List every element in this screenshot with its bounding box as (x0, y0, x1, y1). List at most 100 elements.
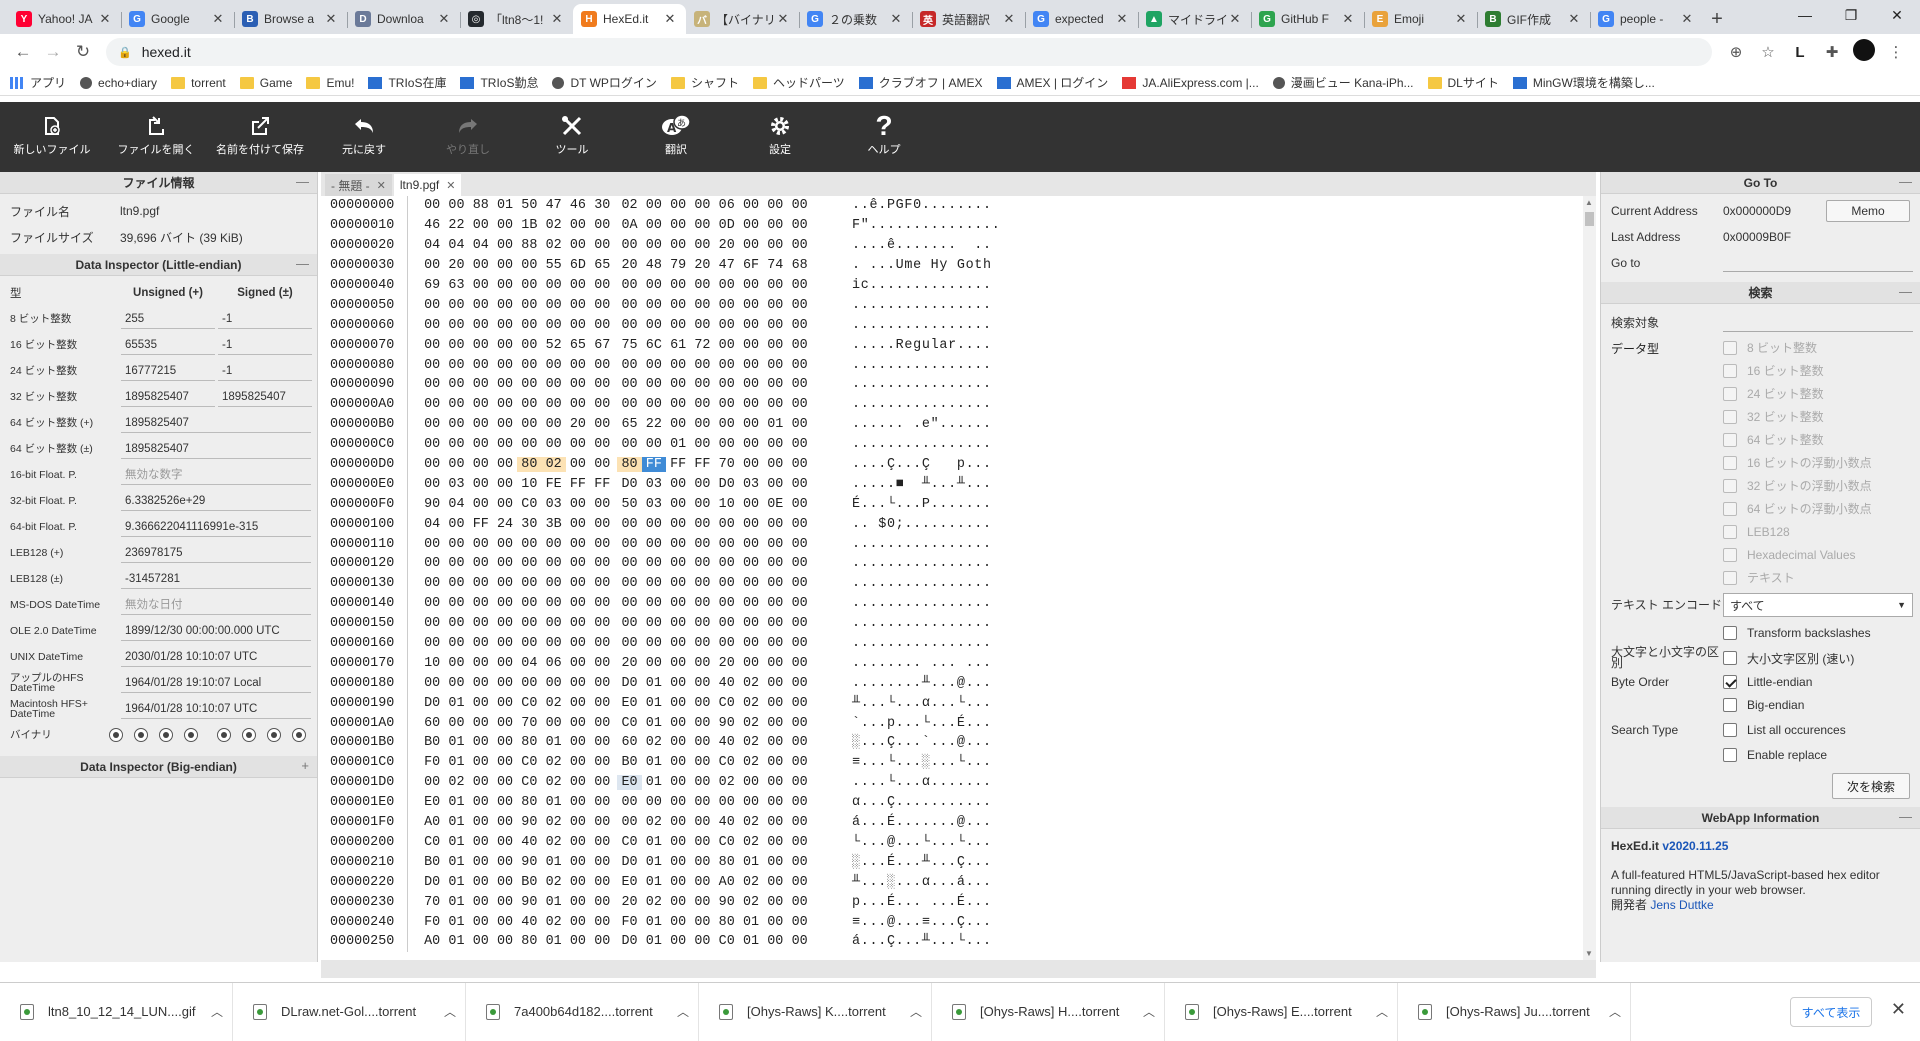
hex-byte[interactable]: 20 (444, 258, 468, 273)
hex-byte[interactable]: 00 (666, 198, 690, 213)
webapp-info-header[interactable]: WebApp Information — (1601, 807, 1920, 829)
hex-byte[interactable]: 00 (617, 278, 641, 293)
hex-byte[interactable]: 00 (444, 457, 468, 472)
close-shelf-icon[interactable]: ✕ (1891, 999, 1906, 1020)
hex-byte[interactable]: 30 (590, 198, 614, 213)
hex-byte[interactable]: 00 (517, 576, 541, 591)
hex-byte[interactable]: 00 (739, 218, 763, 233)
bookmark-item[interactable]: torrent (171, 76, 226, 90)
file-tab[interactable]: - 無題 - ✕ (325, 174, 392, 196)
hex-byte[interactable]: 00 (739, 358, 763, 373)
hex-byte[interactable]: 47 (715, 258, 739, 273)
hex-byte[interactable]: 00 (715, 397, 739, 412)
hex-byte[interactable]: 00 (690, 218, 714, 233)
hex-byte[interactable]: 00 (517, 358, 541, 373)
hex-byte[interactable]: 00 (493, 934, 517, 949)
hex-byte[interactable]: 00 (493, 755, 517, 770)
hex-byte[interactable]: 90 (715, 895, 739, 910)
hex-byte[interactable]: 00 (493, 437, 517, 452)
hex-byte[interactable]: 00 (566, 636, 590, 651)
hex-byte[interactable]: 00 (469, 755, 493, 770)
datatype-checkbox[interactable] (1723, 478, 1737, 493)
profile-avatar[interactable] (1848, 39, 1880, 65)
hex-byte[interactable]: 00 (787, 338, 811, 353)
hex-byte[interactable]: D0 (420, 696, 444, 711)
hex-byte[interactable]: 00 (763, 556, 787, 571)
hex-byte[interactable]: 00 (566, 735, 590, 750)
hex-ascii[interactable]: ................ (842, 636, 992, 651)
hex-byte[interactable]: 00 (690, 735, 714, 750)
hex-byte[interactable]: B0 (420, 735, 444, 750)
maximize-button[interactable]: ❐ (1828, 0, 1874, 30)
hex-byte[interactable]: D0 (617, 855, 641, 870)
tab-close-icon[interactable]: ✕ (888, 11, 904, 27)
hex-byte[interactable]: F0 (420, 915, 444, 930)
hex-byte[interactable]: 00 (566, 855, 590, 870)
settings-button[interactable]: 設定 (728, 102, 832, 172)
hex-byte[interactable]: 00 (690, 795, 714, 810)
bit-radio[interactable] (267, 728, 281, 742)
hex-byte[interactable]: 00 (517, 537, 541, 552)
hex-byte[interactable]: 01 (642, 775, 666, 790)
hex-byte[interactable]: 00 (566, 576, 590, 591)
enable-replace-checkbox[interactable]: Enable replace (1723, 748, 1827, 762)
bookmark-item[interactable]: ヘッドパーツ (752, 74, 845, 91)
datatype-checkbox[interactable] (1723, 386, 1737, 401)
hex-byte[interactable]: 00 (566, 875, 590, 890)
hex-byte[interactable]: 52 (541, 338, 565, 353)
tab-close-icon[interactable]: ✕ (436, 11, 452, 27)
hex-byte[interactable]: 00 (566, 377, 590, 392)
hex-byte[interactable]: 06 (715, 198, 739, 213)
goto-input[interactable] (1723, 254, 1913, 272)
hex-byte[interactable]: 00 (590, 735, 614, 750)
hex-byte[interactable]: 00 (493, 676, 517, 691)
hex-byte[interactable]: 00 (590, 238, 614, 253)
bookmark-item[interactable]: TRIoS在庫 (368, 74, 446, 91)
hex-byte[interactable]: 00 (517, 437, 541, 452)
hex-byte[interactable]: 00 (590, 696, 614, 711)
hex-byte[interactable]: 00 (469, 258, 493, 273)
hex-byte[interactable]: 00 (666, 815, 690, 830)
hex-byte[interactable]: 00 (469, 636, 493, 651)
hex-byte[interactable]: 00 (763, 477, 787, 492)
hex-byte[interactable]: 00 (715, 616, 739, 631)
hex-ascii[interactable]: ................ (842, 298, 992, 313)
hex-byte[interactable]: 00 (666, 755, 690, 770)
datatype-option[interactable]: 32 ビットの浮動小数点 (1601, 474, 1920, 497)
hex-byte[interactable]: 00 (444, 377, 468, 392)
hex-byte[interactable]: 00 (642, 397, 666, 412)
list-all-checkbox[interactable]: List all occurences (1723, 723, 1846, 737)
hex-byte[interactable]: 00 (739, 636, 763, 651)
hex-byte[interactable]: 00 (469, 298, 493, 313)
hex-byte[interactable]: 00 (590, 815, 614, 830)
hex-byte[interactable]: 63 (444, 278, 468, 293)
hex-byte[interactable]: 00 (541, 417, 565, 432)
hex-byte[interactable]: 00 (566, 755, 590, 770)
hex-byte[interactable]: 00 (763, 855, 787, 870)
hex-byte[interactable]: 00 (787, 895, 811, 910)
hex-byte[interactable]: 40 (517, 835, 541, 850)
bookmark-item[interactable]: AMEX | ログイン (996, 74, 1108, 91)
hex-ascii[interactable]: ....└...α....... (842, 775, 992, 790)
hex-view[interactable]: 00000000 00 00 88 01 50 47 46 30 02 00 00 00 06 00 00 00… (321, 196, 1583, 960)
hex-byte[interactable]: 00 (666, 915, 690, 930)
hex-byte[interactable]: 00 (493, 258, 517, 273)
hex-byte[interactable]: 00 (642, 616, 666, 631)
hex-byte[interactable]: 00 (493, 835, 517, 850)
hex-byte[interactable]: 00 (617, 596, 641, 611)
hex-byte[interactable]: 00 (444, 318, 468, 333)
hex-byte[interactable]: 00 (420, 676, 444, 691)
hex-byte[interactable]: B0 (420, 855, 444, 870)
hex-byte[interactable]: 00 (763, 457, 787, 472)
inspector-value[interactable]: 1895825407 (121, 439, 311, 459)
hex-byte[interactable]: C0 (517, 497, 541, 512)
hex-byte[interactable]: 00 (444, 437, 468, 452)
hex-byte[interactable]: 00 (420, 198, 444, 213)
hex-byte[interactable]: F0 (420, 755, 444, 770)
hex-byte[interactable]: 01 (642, 934, 666, 949)
hex-byte[interactable]: 00 (444, 656, 468, 671)
hex-byte[interactable]: 00 (666, 795, 690, 810)
browser-tab[interactable]: ◎ 「ltn8〜1! ✕ (460, 4, 573, 34)
hex-ascii[interactable]: É...└...P....... (842, 497, 992, 512)
hex-byte[interactable]: 00 (517, 278, 541, 293)
